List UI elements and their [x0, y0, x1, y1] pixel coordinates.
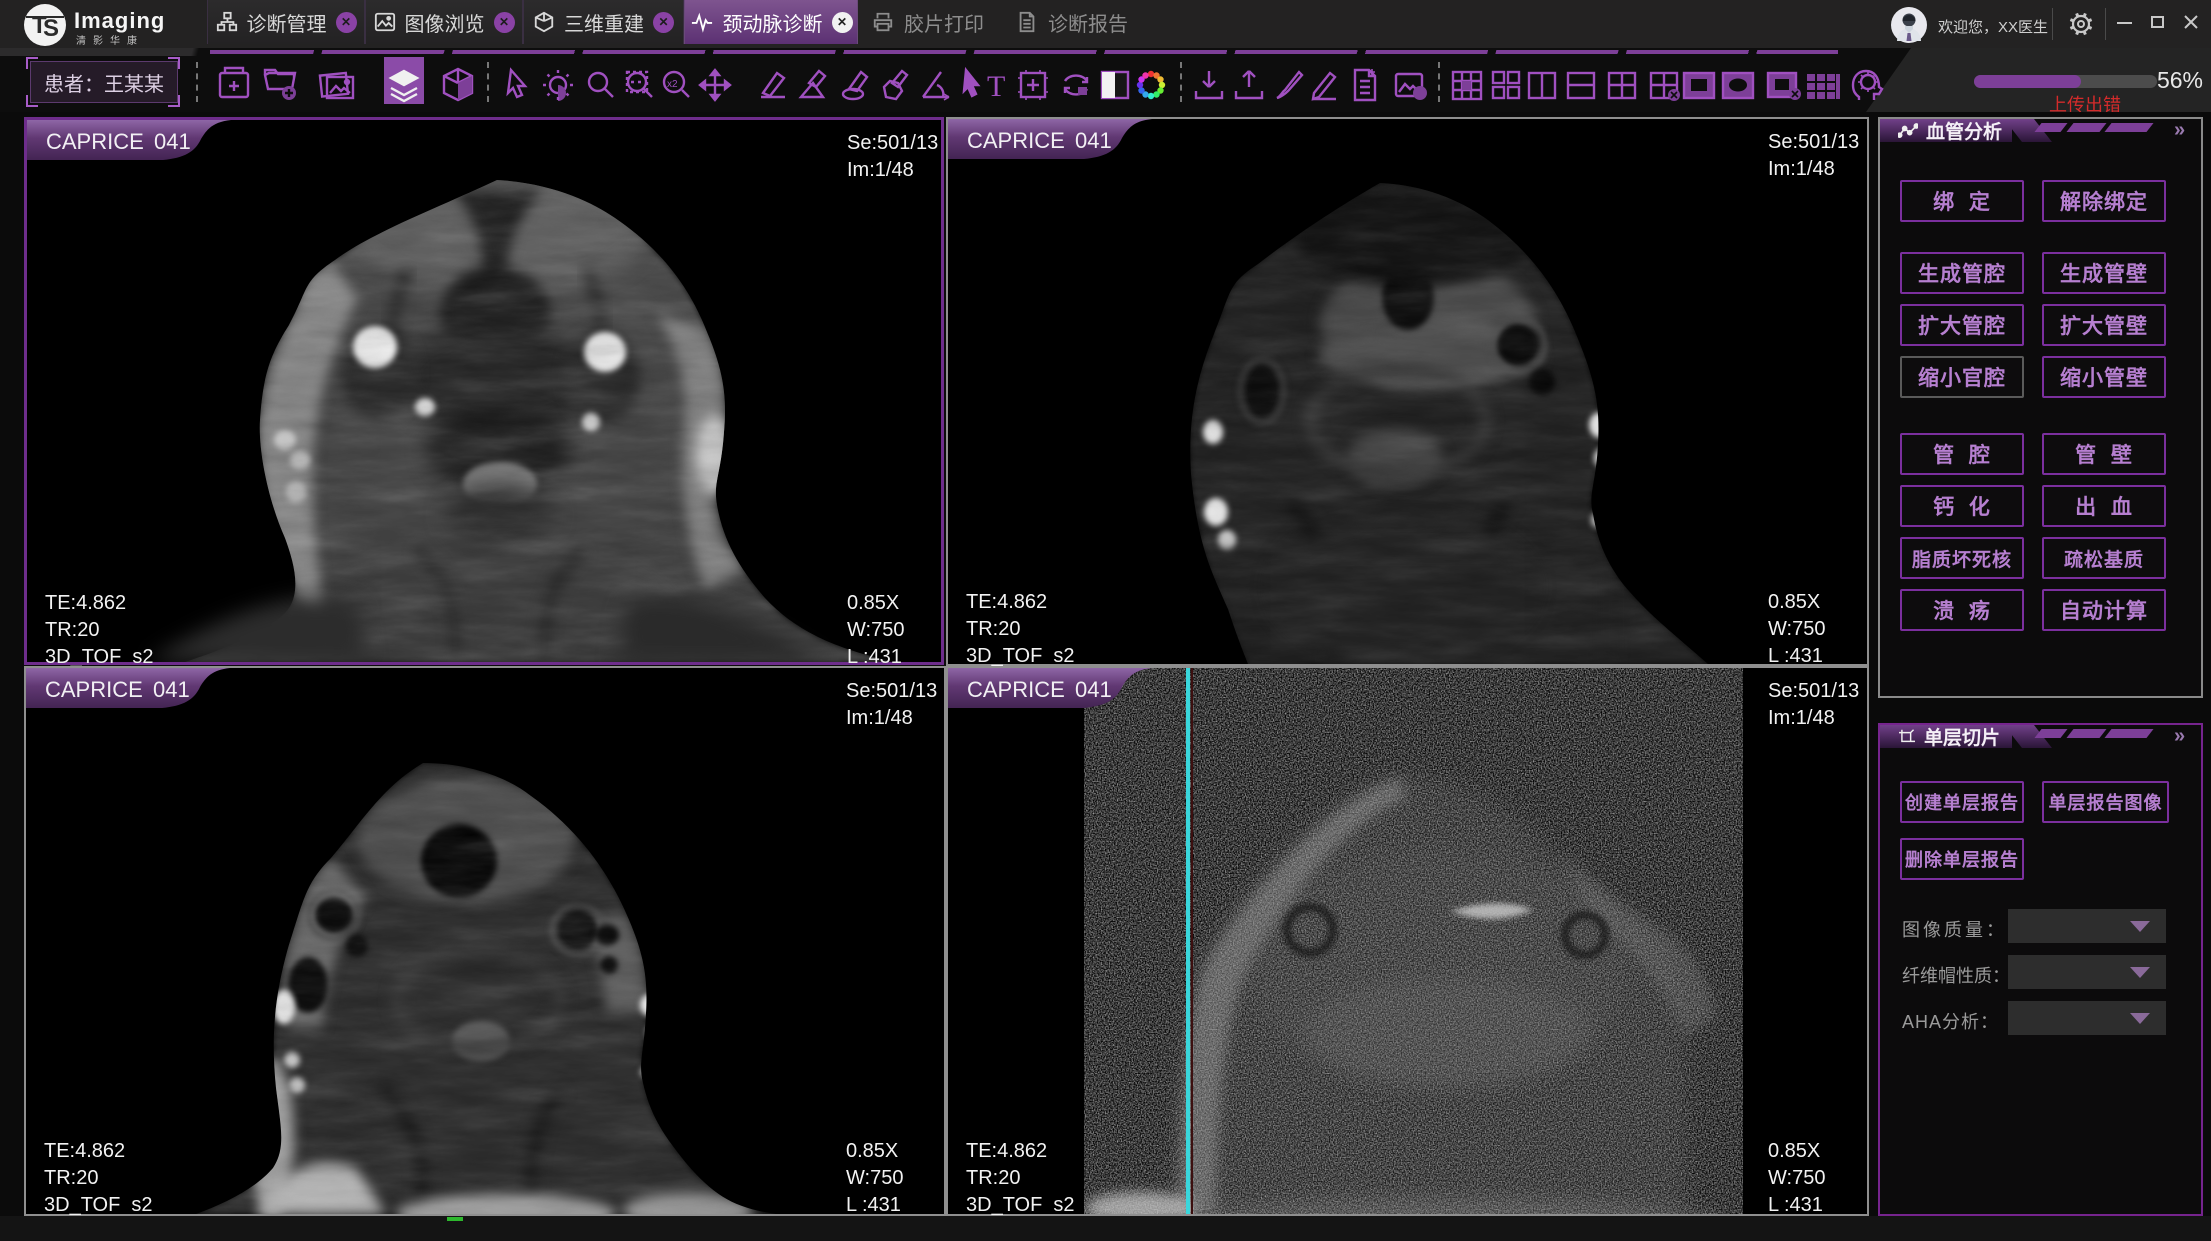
svg-text:041: 041: [154, 129, 191, 154]
svg-text:041: 041: [153, 677, 190, 702]
svg-text:x2: x2: [667, 79, 678, 90]
svg-text:CAPRICE: CAPRICE: [967, 128, 1065, 153]
svg-text:CAPRICE: CAPRICE: [45, 677, 143, 702]
svg-text:041: 041: [1075, 128, 1112, 153]
svg-text:041: 041: [1075, 677, 1112, 702]
svg-text:CAPRICE: CAPRICE: [967, 677, 1065, 702]
svg-text:CAPRICE: CAPRICE: [46, 129, 144, 154]
svg-text:T: T: [987, 70, 1005, 103]
svg-text:S: S: [43, 15, 59, 42]
